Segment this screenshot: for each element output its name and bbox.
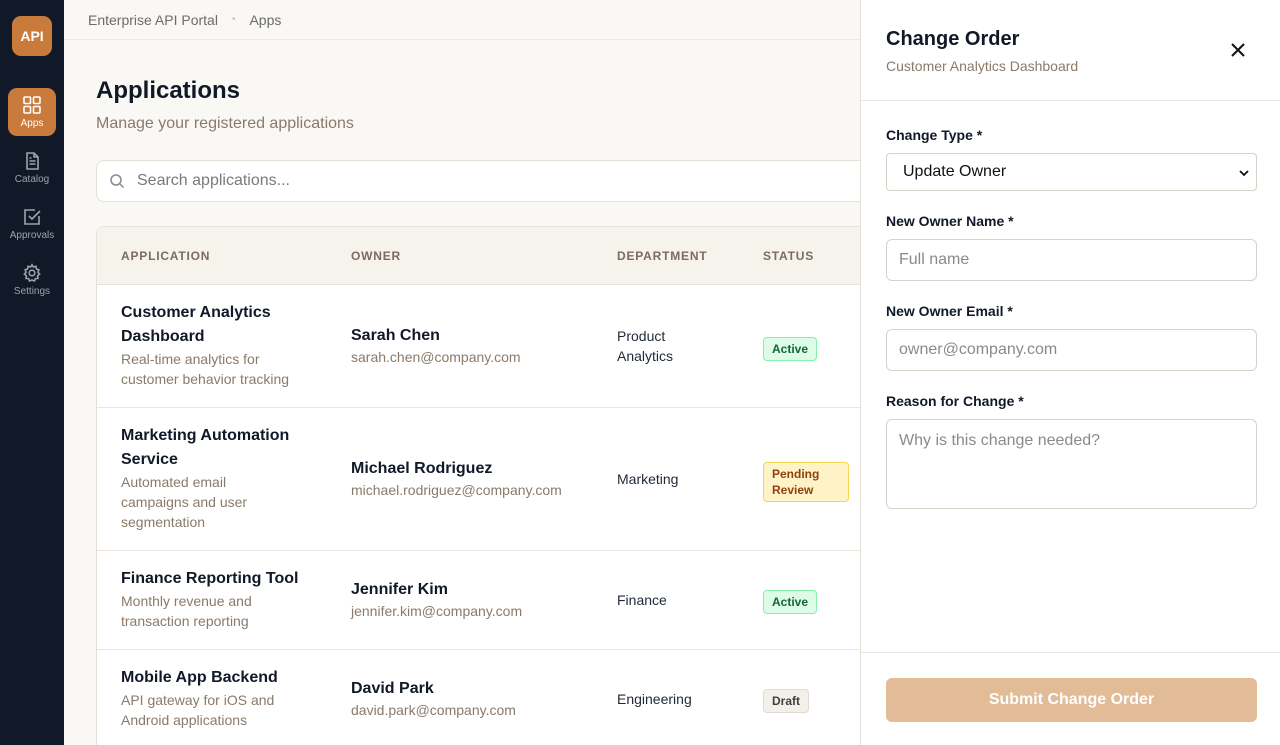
close-icon[interactable] [1228,40,1248,60]
app-description: customer behavior tracking [121,371,290,387]
drawer-footer: Submit Change Order [861,652,1280,745]
department: Product [617,328,666,344]
grid-icon [23,95,41,114]
gear-icon [23,262,41,282]
sidebar-item-label: Catalog [14,173,50,185]
breadcrumb: Enterprise API Portal • Apps [64,0,860,40]
department: Engineering [617,691,692,707]
app-name: Finance Reporting Tool [121,570,299,587]
search-box [96,160,860,202]
page-subtitle: Manage your registered applications [96,115,354,132]
drawer-subtitle: Customer Analytics Dashboard [886,58,1079,74]
owner-name: David Park [351,680,434,697]
submit-change-order-button[interactable]: Submit Change Order [886,678,1257,722]
sidebar-item-label: Approvals [9,229,55,241]
breadcrumb-current: Apps [249,11,282,28]
app-logo[interactable]: API [12,16,52,56]
department: Marketing [617,471,679,487]
change-type-value: Update Owner [903,163,1007,180]
owner-name: Michael Rodriguez [351,460,493,477]
app-description: segmentation [121,514,206,530]
checkbox-icon [24,208,41,225]
status-badge-line: Review [772,483,814,497]
status-badge-line: Pending [772,467,820,481]
table-header: APPLICATION OWNER DEPARTMENT STATUS [97,227,860,285]
search-input[interactable] [137,172,837,190]
owner-email-label: New Owner Email * [886,303,1013,319]
sidebar-item-catalog[interactable]: Catalog [8,144,56,192]
app-name: Mobile App Backend [121,669,278,686]
drawer-header: Change Order Customer Analytics Dashboar… [861,0,1280,101]
status-badge: Active [763,590,818,614]
app-description: Android applications [121,712,248,728]
main-content: Applications Manage your registered appl… [64,40,860,745]
app-description: API gateway for iOS and [121,692,275,708]
owner-email: david.park@company.com [351,702,516,718]
table-row[interactable]: Finance Reporting Tool Monthly revenue a… [97,551,860,650]
department: Finance [617,592,667,608]
app-description: Real-time analytics for [121,351,260,367]
owner-email: sarah.chen@company.com [351,349,521,365]
change-type-select[interactable]: Update Owner [886,153,1257,191]
status-badge: Pending Review [763,462,849,502]
app-name: Service [121,451,178,468]
department: Analytics [617,348,674,364]
owner-name-label: New Owner Name * [886,213,1014,229]
breadcrumb-root[interactable]: Enterprise API Portal [88,12,218,28]
column-header-department[interactable]: DEPARTMENT [617,249,707,263]
owner-name: Jennifer Kim [351,581,448,598]
app-description: transaction reporting [121,613,249,629]
owner-email: jennifer.kim@company.com [351,603,523,619]
owner-name: Sarah Chen [351,327,440,344]
sidebar-item-label: Apps [20,117,44,129]
page-title: Applications [96,77,241,104]
owner-email: michael.rodriguez@company.com [351,482,562,498]
column-header-status[interactable]: STATUS [763,249,814,263]
app-description: Automated email [121,474,227,490]
change-order-drawer: Change Order Customer Analytics Dashboar… [860,0,1280,745]
app-description: campaigns and user [121,494,248,510]
table-row[interactable]: Customer Analytics Dashboard Real-time a… [97,285,860,408]
column-header-application[interactable]: APPLICATION [121,249,210,263]
app-name: Marketing Automation [121,427,290,444]
status-badge: Active [763,337,818,361]
change-type-label: Change Type * [886,127,983,143]
sidebar: API Apps Catalog Approvals Settings [0,0,64,745]
document-icon [26,151,39,170]
sidebar-item-approvals[interactable]: Approvals [8,200,56,248]
owner-email-field[interactable] [886,329,1257,371]
sidebar-item-label: Settings [13,285,51,297]
app-name: Dashboard [121,328,205,345]
search-icon [110,174,125,189]
reason-label: Reason for Change * [886,393,1024,409]
chevron-down-icon [1239,170,1249,177]
reason-textarea[interactable] [886,419,1257,509]
owner-name-field[interactable] [886,239,1257,281]
table-row[interactable]: Mobile App Backend API gateway for iOS a… [97,650,860,745]
app-description: Monthly revenue and [121,593,252,609]
status-badge: Draft [763,689,810,713]
sidebar-item-apps[interactable]: Apps [8,88,56,136]
breadcrumb-separator: • [231,14,236,25]
column-header-owner[interactable]: OWNER [351,249,401,263]
sidebar-item-settings[interactable]: Settings [8,256,56,304]
applications-table: APPLICATION OWNER DEPARTMENT STATUS Cust… [96,226,860,745]
drawer-title: Change Order [886,28,1020,50]
app-name: Customer Analytics [121,304,271,321]
table-row[interactable]: Marketing Automation Service Automated e… [97,408,860,551]
